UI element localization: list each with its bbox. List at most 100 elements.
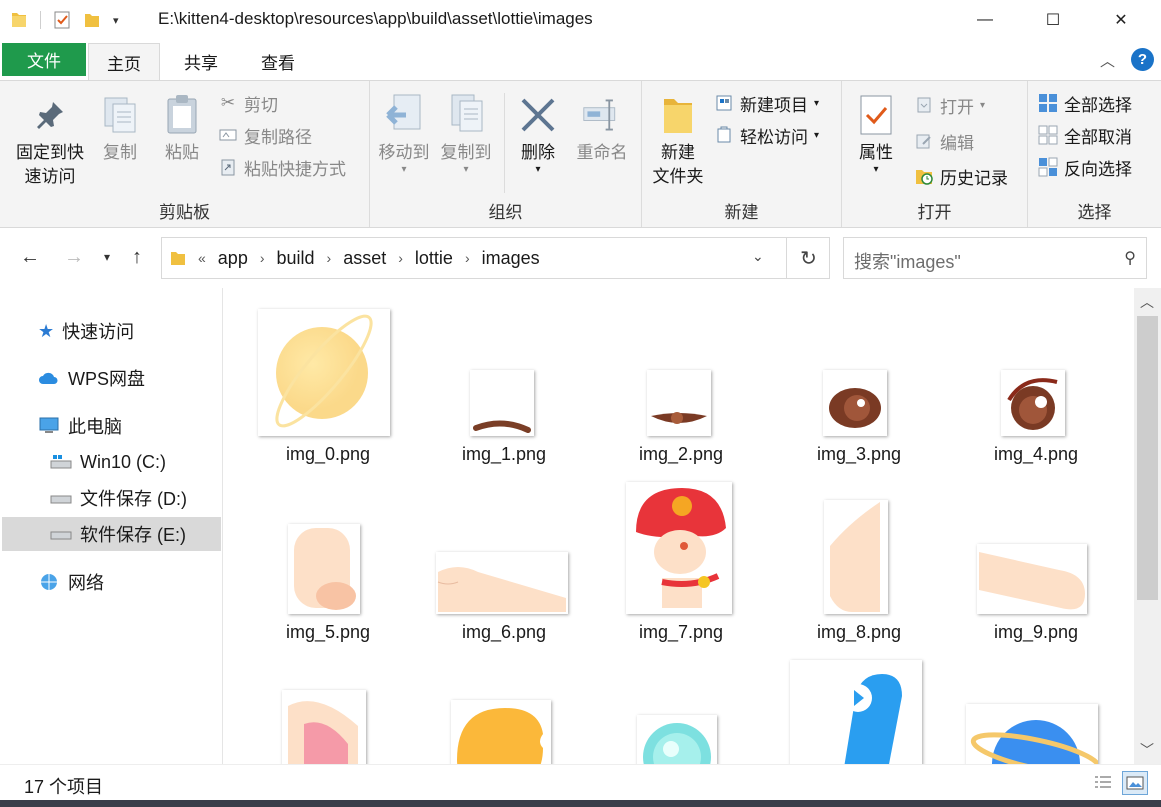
file-thumbnail[interactable] bbox=[436, 552, 568, 614]
edit-button[interactable]: 编辑 bbox=[914, 128, 974, 154]
vertical-scrollbar[interactable]: ︿ ﹀ bbox=[1134, 288, 1161, 764]
file-thumbnail[interactable] bbox=[626, 482, 732, 614]
forward-arrow-icon[interactable]: → bbox=[64, 246, 84, 269]
file-thumbnail[interactable] bbox=[977, 544, 1087, 614]
tab-file[interactable]: 文件 bbox=[2, 43, 86, 76]
file-thumbnail[interactable] bbox=[824, 500, 888, 614]
file-thumbnail[interactable] bbox=[258, 309, 390, 436]
maximize-button[interactable]: ☐ bbox=[1030, 0, 1076, 40]
file-name[interactable]: img_8.png bbox=[779, 622, 939, 643]
minimize-button[interactable]: — bbox=[962, 0, 1008, 40]
nav-item-quick-access[interactable]: ★ 快速访问 bbox=[38, 314, 134, 348]
chevron-right-icon[interactable]: › bbox=[260, 250, 265, 266]
breadcrumb-item[interactable]: lottie bbox=[415, 248, 453, 269]
close-button[interactable]: ✕ bbox=[1098, 0, 1144, 40]
large-icons-view-icon[interactable] bbox=[1122, 771, 1148, 795]
nav-label: 此电脑 bbox=[68, 417, 122, 437]
file-name[interactable]: img_7.png bbox=[601, 622, 761, 643]
file-thumbnail[interactable] bbox=[288, 524, 360, 614]
rename-button[interactable]: 重命名 bbox=[572, 93, 632, 165]
move-to-button[interactable]: 移动到 ▾ bbox=[376, 93, 432, 175]
chevron-right-icon[interactable]: › bbox=[327, 250, 332, 266]
scroll-up-icon[interactable]: ︿ bbox=[1140, 292, 1154, 312]
file-thumbnail[interactable] bbox=[282, 690, 366, 764]
tab-home[interactable]: 主页 bbox=[88, 43, 160, 81]
new-folder-button[interactable]: 新建 文件夹 bbox=[648, 93, 708, 189]
help-icon[interactable]: ? bbox=[1131, 48, 1154, 71]
tab-view[interactable]: 查看 bbox=[242, 43, 314, 80]
copy-to-dropdown-icon: ▾ bbox=[463, 164, 469, 175]
file-thumbnail[interactable] bbox=[637, 715, 717, 764]
nav-item-network[interactable]: 网络 bbox=[38, 565, 104, 599]
file-thumbnail[interactable] bbox=[470, 370, 534, 436]
chevron-right-icon[interactable]: › bbox=[465, 250, 470, 266]
copy-to-label: 复制到 bbox=[440, 143, 492, 162]
file-name[interactable]: img_0.png bbox=[248, 444, 408, 465]
copy-to-button[interactable]: 复制到 ▾ bbox=[438, 93, 494, 175]
breadcrumb-overflow-icon[interactable]: « bbox=[198, 250, 206, 266]
nav-item-wps-cloud[interactable]: WPS网盘 bbox=[38, 361, 145, 395]
nav-label: 软件保存 (E:) bbox=[80, 525, 186, 545]
new-item-button[interactable]: 新建项目 ▾ bbox=[714, 90, 819, 116]
delete-button[interactable]: 删除 ▾ bbox=[516, 93, 560, 175]
file-thumbnail[interactable] bbox=[647, 370, 711, 436]
details-view-icon[interactable] bbox=[1090, 771, 1116, 795]
back-arrow-icon[interactable]: ← bbox=[20, 246, 40, 269]
file-thumbnail[interactable] bbox=[966, 704, 1098, 764]
file-name[interactable]: img_4.png bbox=[956, 444, 1116, 465]
search-icon[interactable]: ⚲ bbox=[1124, 248, 1136, 268]
breadcrumb-item[interactable]: asset bbox=[343, 248, 386, 269]
paste-shortcut-button[interactable]: 粘贴快捷方式 bbox=[218, 154, 346, 180]
nav-item-drive-e[interactable]: 软件保存 (E:) bbox=[2, 517, 221, 551]
invert-selection-button[interactable]: 反向选择 bbox=[1038, 154, 1132, 180]
file-thumbnail[interactable] bbox=[451, 700, 551, 764]
open-button[interactable]: 打开 ▾ bbox=[914, 92, 985, 118]
properties-icon[interactable] bbox=[53, 10, 71, 30]
up-arrow-icon[interactable]: ↑ bbox=[132, 246, 142, 269]
pin-to-quick-access-button[interactable]: 固定到快 速访问 bbox=[10, 93, 90, 189]
file-thumbnail[interactable] bbox=[1001, 370, 1065, 436]
breadcrumb-item[interactable]: build bbox=[277, 248, 315, 269]
scroll-down-icon[interactable]: ﹀ bbox=[1140, 740, 1154, 760]
move-to-label: 移动到 bbox=[378, 143, 430, 162]
file-name[interactable]: img_9.png bbox=[956, 622, 1116, 643]
select-none-button[interactable]: 全部取消 bbox=[1038, 122, 1132, 148]
clipboard-group-label: 剪贴板 bbox=[159, 203, 210, 222]
recent-locations-chevron-icon[interactable]: ▾ bbox=[104, 250, 110, 264]
file-name[interactable]: img_2.png bbox=[601, 444, 761, 465]
file-thumbnail[interactable] bbox=[823, 370, 887, 436]
new-folder-icon[interactable] bbox=[83, 10, 101, 30]
quick-access-toolbar: ▾ bbox=[10, 8, 119, 32]
address-bar[interactable]: « app › build › asset › lottie › images … bbox=[161, 237, 830, 279]
file-name[interactable]: img_6.png bbox=[424, 622, 584, 643]
breadcrumb-item[interactable]: app bbox=[218, 248, 248, 269]
easy-access-button[interactable]: 轻松访问 ▾ bbox=[714, 122, 819, 148]
network-icon bbox=[41, 574, 57, 590]
scrollbar-thumb[interactable] bbox=[1137, 316, 1158, 600]
customize-toolbar-icon[interactable]: ▾ bbox=[113, 14, 119, 27]
chevron-right-icon[interactable]: › bbox=[398, 250, 403, 266]
file-name[interactable]: img_5.png bbox=[248, 622, 408, 643]
copy-to-icon bbox=[446, 93, 486, 137]
address-dropdown-icon[interactable]: ⌄ bbox=[752, 248, 764, 265]
select-all-button[interactable]: 全部选择 bbox=[1038, 90, 1132, 116]
paste-label: 粘贴 bbox=[165, 143, 199, 162]
tab-share[interactable]: 共享 bbox=[165, 43, 237, 80]
breadcrumb-item[interactable]: images bbox=[482, 248, 540, 269]
collapse-ribbon-icon[interactable]: ︿ bbox=[1100, 50, 1115, 71]
file-thumbnail[interactable] bbox=[790, 660, 922, 764]
file-name[interactable]: img_3.png bbox=[779, 444, 939, 465]
copy-button[interactable]: 复制 bbox=[98, 93, 142, 165]
cut-button[interactable]: ✂ 剪切 bbox=[218, 90, 278, 116]
nav-item-drive-d[interactable]: 文件保存 (D:) bbox=[50, 481, 187, 515]
file-name[interactable]: img_1.png bbox=[424, 444, 584, 465]
history-button[interactable]: 历史记录 bbox=[914, 163, 1008, 189]
select-none-icon bbox=[1038, 125, 1058, 145]
properties-button[interactable]: 属性 ▾ bbox=[854, 93, 898, 175]
nav-item-drive-c[interactable]: Win10 (C:) bbox=[50, 445, 166, 479]
search-input[interactable]: 搜索"images" ⚲ bbox=[843, 237, 1147, 279]
nav-item-this-pc[interactable]: 此电脑 bbox=[38, 409, 122, 443]
paste-button[interactable]: 粘贴 bbox=[158, 93, 206, 165]
refresh-icon[interactable]: ↻ bbox=[786, 238, 830, 278]
copy-path-button[interactable]: 复制路径 bbox=[218, 122, 312, 148]
